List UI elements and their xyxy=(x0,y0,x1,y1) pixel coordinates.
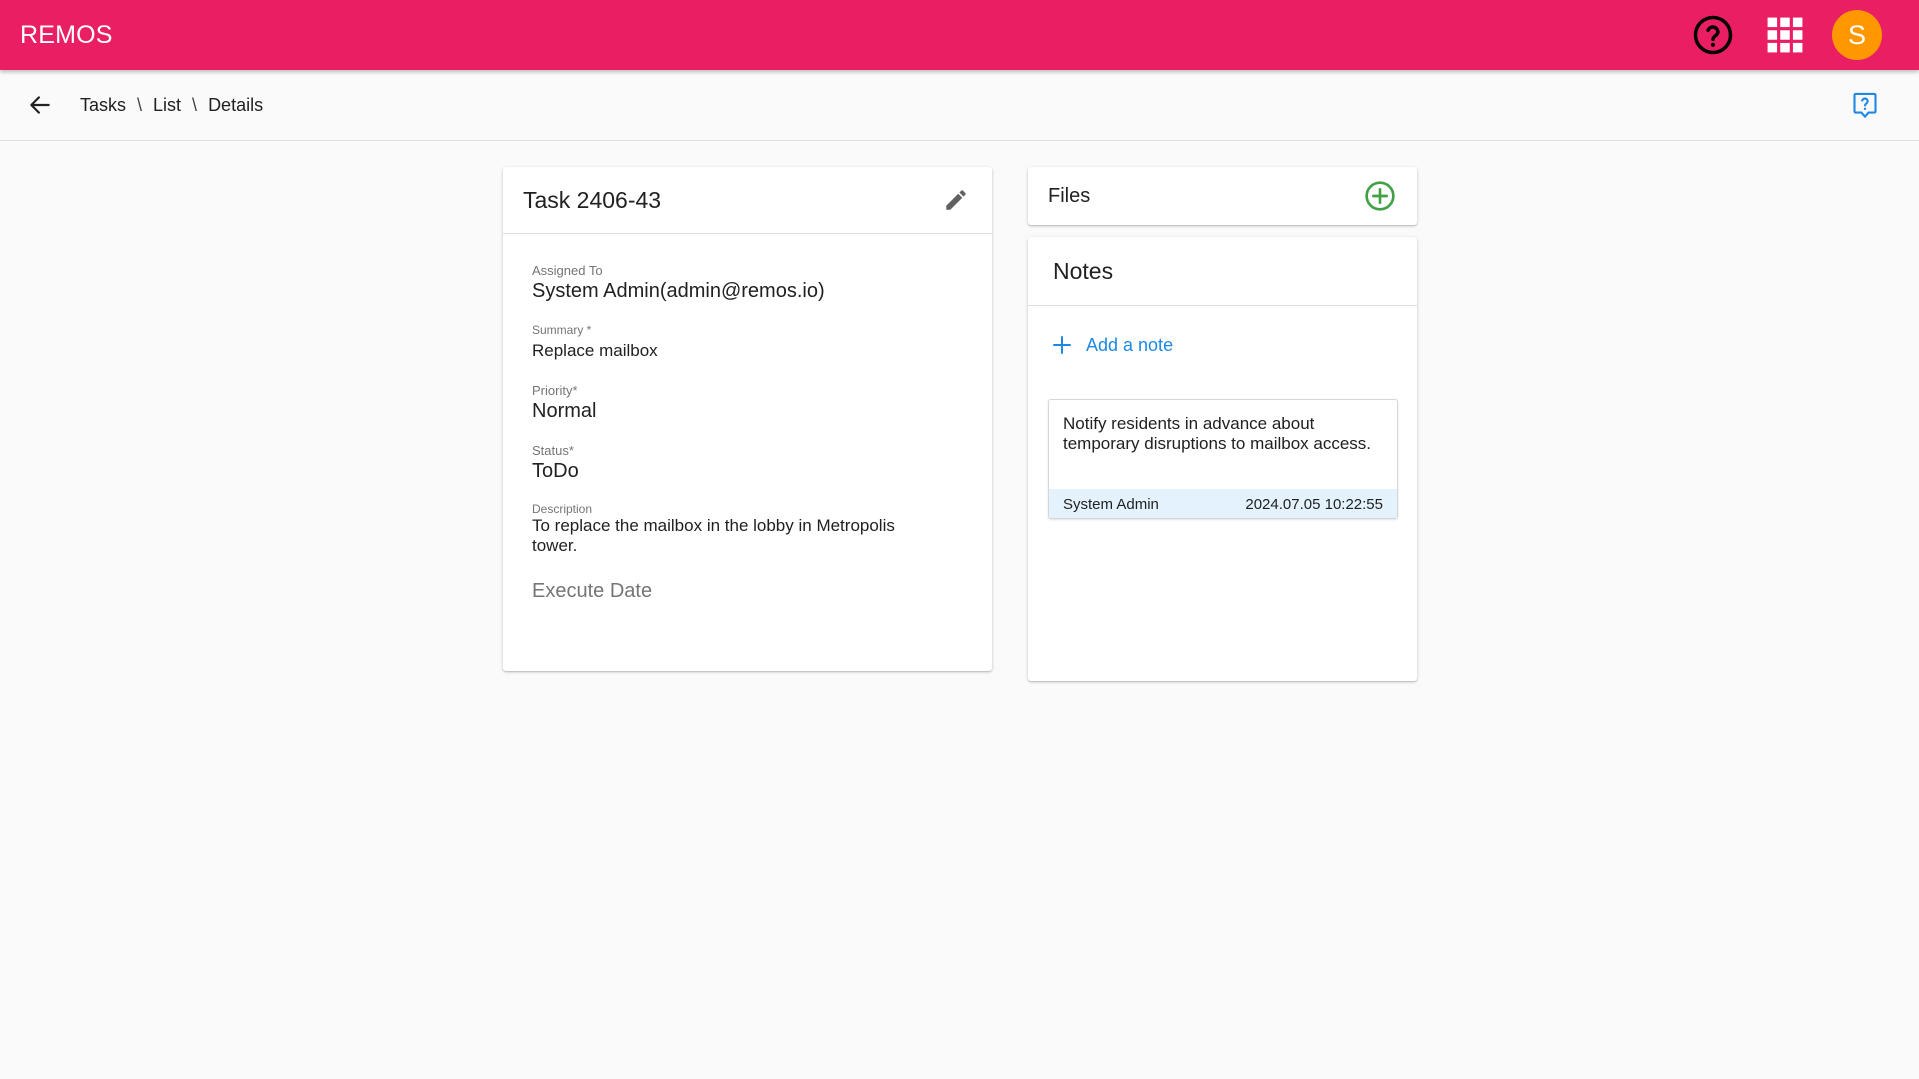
pencil-icon xyxy=(946,190,966,210)
help-button[interactable] xyxy=(1690,12,1736,58)
task-details-card: Task 2406-43 Assigned To System Admin(ad… xyxy=(503,167,992,671)
note-author: System Admin xyxy=(1063,495,1159,513)
summary-value: Replace mailbox xyxy=(532,341,658,360)
notes-title: Notes xyxy=(1028,237,1417,306)
breadcrumb-bar: Tasks \ List \ Details xyxy=(0,70,1919,141)
apps-grid-icon xyxy=(1767,17,1803,53)
status-label: Status* xyxy=(532,443,574,458)
summary-label: Summary * xyxy=(532,323,592,337)
note-footer: System Admin 2024.07.05 10:22:55 xyxy=(1049,489,1397,518)
help-circle-icon xyxy=(1693,15,1733,55)
breadcrumb-separator: \ xyxy=(137,94,143,115)
execute-date-field[interactable]: Execute Date xyxy=(532,580,652,603)
priority-value: Normal xyxy=(532,400,597,422)
status-field: Status* ToDo xyxy=(532,443,579,483)
arrow-left-icon xyxy=(30,96,50,114)
add-note-button[interactable]: Add a note xyxy=(1050,333,1173,357)
note-item[interactable]: Notify residents in advance about tempor… xyxy=(1048,399,1398,519)
user-avatar[interactable]: S xyxy=(1832,10,1882,60)
files-card: Files xyxy=(1028,167,1417,225)
notes-card: Notes Add a note Notify residents in adv… xyxy=(1028,237,1417,681)
back-button[interactable] xyxy=(20,85,60,125)
app-brand[interactable]: REMOS xyxy=(20,21,113,50)
status-value: ToDo xyxy=(532,460,579,482)
priority-field: Priority* Normal xyxy=(532,383,596,423)
task-header: Task 2406-43 xyxy=(503,167,992,234)
add-note-label: Add a note xyxy=(1086,334,1174,355)
breadcrumb-details: Details xyxy=(208,94,264,115)
edit-task-button[interactable] xyxy=(938,182,974,218)
assigned-to-field: Assigned To System Admin(admin@remos.io) xyxy=(532,263,825,303)
priority-label: Priority* xyxy=(532,383,578,398)
breadcrumb-list[interactable]: List xyxy=(153,95,181,116)
add-file-button[interactable] xyxy=(1363,179,1397,213)
description-field: Description To replace the mailbox in th… xyxy=(532,502,932,556)
apps-button[interactable] xyxy=(1762,12,1808,58)
description-value: To replace the mailbox in the lobby in M… xyxy=(532,516,895,555)
app-bar: REMOS S xyxy=(0,0,1919,70)
task-title: Task 2406-43 xyxy=(523,186,662,213)
page-help-button[interactable] xyxy=(1845,85,1885,125)
assigned-to-label: Assigned To xyxy=(532,263,603,278)
files-title: Files xyxy=(1048,184,1091,207)
assigned-to-value: System Admin(admin@remos.io) xyxy=(532,280,825,302)
plus-icon xyxy=(1053,336,1071,354)
plus-circle-icon xyxy=(1365,181,1395,211)
description-label: Description xyxy=(532,502,593,516)
summary-field: Summary * Replace mailbox xyxy=(532,322,658,361)
breadcrumb-tasks[interactable]: Tasks xyxy=(80,95,126,116)
note-text: Notify residents in advance about tempor… xyxy=(1063,414,1372,453)
app-bar-actions: S xyxy=(1690,10,1882,60)
breadcrumb: Tasks \ List \ Details xyxy=(80,95,263,116)
help-box-icon xyxy=(1853,92,1877,118)
breadcrumb-separator: \ xyxy=(192,94,198,115)
note-timestamp: 2024.07.05 10:22:55 xyxy=(1245,495,1383,513)
